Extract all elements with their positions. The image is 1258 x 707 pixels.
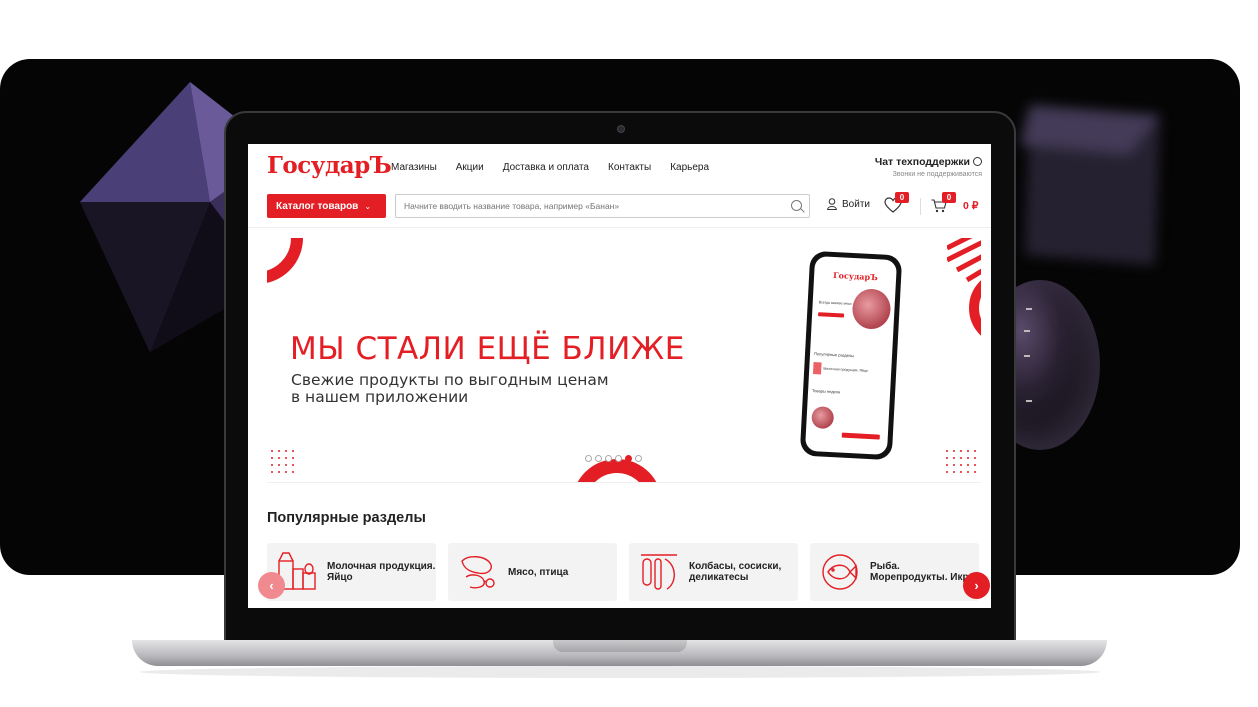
category-card[interactable]: Мясо, птица [448, 543, 617, 601]
categories-row: Молочная продукция. Яйцо Мясо, птица Кол… [267, 543, 979, 601]
category-card[interactable]: Молочная продукция. Яйцо [267, 543, 436, 601]
banner-title: МЫ СТАЛИ ЕЩЁ БЛИЖЕ [290, 331, 685, 367]
whatsapp-icon [973, 157, 982, 166]
meat-image [851, 288, 892, 330]
carousel-dot[interactable] [585, 455, 592, 462]
favorites-count-badge: 0 [895, 192, 909, 203]
search-icon[interactable] [791, 200, 802, 211]
category-label: Мясо, птица [508, 566, 569, 578]
chevron-right-icon: › [974, 578, 979, 593]
login-label: Войти [842, 198, 870, 210]
laptop-notch [553, 640, 687, 652]
banner-subtitle-line2: в нашем приложении [291, 388, 469, 406]
dots-pattern-right-icon [946, 450, 976, 473]
category-card[interactable]: Рыба. Морепродукты. Икра [810, 543, 979, 601]
nav-item-delivery[interactable]: Доставка и оплата [503, 162, 589, 173]
carousel-prev-button[interactable]: ‹ [258, 572, 285, 599]
nav-item-contacts[interactable]: Контакты [608, 162, 651, 173]
nav-item-stores[interactable]: Магазины [391, 162, 437, 173]
dots-pattern-left-icon [271, 450, 294, 473]
phone-mockup: ГосударЪ Всегда свежее мясо Популярные р… [799, 250, 903, 461]
carousel-dot[interactable] [635, 455, 642, 462]
site-logo[interactable]: ГосударЪ [267, 152, 392, 179]
sausage-icon [641, 554, 677, 590]
carousel-dot-active[interactable] [625, 455, 632, 462]
nav-item-promotions[interactable]: Акции [456, 162, 484, 173]
category-label: Колбасы, сосиски, деликатесы [689, 561, 782, 583]
camera-icon [617, 125, 625, 133]
chevron-down-icon: ⌄ [364, 201, 372, 211]
fish-icon [822, 554, 858, 590]
phone-category: Молочная продукция. Яйцо [823, 366, 868, 373]
category-label: Рыба. Морепродукты. Икра [870, 561, 975, 583]
carousel-next-button[interactable]: › [963, 572, 990, 599]
chevron-left-icon: ‹ [269, 578, 274, 593]
arc-right-decoration-icon [969, 280, 981, 336]
login-button[interactable]: Войти [827, 198, 870, 210]
support-title: Чат техподдержки [874, 156, 970, 168]
catalog-button[interactable]: Каталог товаров ⌄ [267, 194, 386, 218]
catalog-button-label: Каталог товаров [276, 200, 359, 212]
meat-icon [461, 556, 495, 589]
header-divider [248, 227, 991, 228]
support-chat[interactable]: Чат техподдержки Звонки не поддерживаютс… [875, 156, 982, 178]
toolbar-divider [920, 198, 921, 215]
cart-count-badge: 0 [942, 192, 956, 203]
promo-stage: ГосударЪ Магазины Акции Доставка и оплат… [0, 0, 1258, 707]
website-screen: ГосударЪ Магазины Акции Доставка и оплат… [248, 144, 991, 608]
phone-products-title: Товары недели [811, 388, 841, 395]
main-nav: Магазины Акции Доставка и оплата Контакт… [391, 162, 709, 173]
phone-logo: ГосударЪ [832, 269, 879, 283]
carousel-dot[interactable] [595, 455, 602, 462]
cube-decoration-icon [1020, 105, 1160, 265]
carousel-dot[interactable] [605, 455, 612, 462]
cart-total[interactable]: 0 ₽ [963, 200, 978, 212]
phone-popular-title: Популярные разделы [813, 351, 855, 359]
carousel-dots [585, 455, 642, 462]
arc-decoration-icon [267, 238, 303, 283]
carousel-dot[interactable] [615, 455, 622, 462]
category-label: Молочная продукция. Яйцо [327, 561, 436, 583]
laptop-shadow [140, 666, 1100, 678]
hero-banner[interactable]: МЫ СТАЛИ ЕЩЁ БЛИЖЕ Свежие продукты по вы… [267, 238, 981, 483]
category-card[interactable]: Колбасы, сосиски, деликатесы [629, 543, 798, 601]
popular-section-title: Популярные разделы [267, 510, 426, 526]
banner-subtitle-line1: Свежие продукты по выгодным ценам [291, 371, 609, 389]
banner-subtitle: Свежие продукты по выгодным ценам в наше… [291, 372, 651, 406]
search-input[interactable] [395, 194, 810, 218]
support-subtitle: Звонки не поддерживаются [892, 171, 982, 178]
phone-promo-text: Всегда свежее мясо [818, 300, 852, 306]
user-icon [827, 198, 837, 210]
nav-item-career[interactable]: Карьера [670, 162, 709, 173]
